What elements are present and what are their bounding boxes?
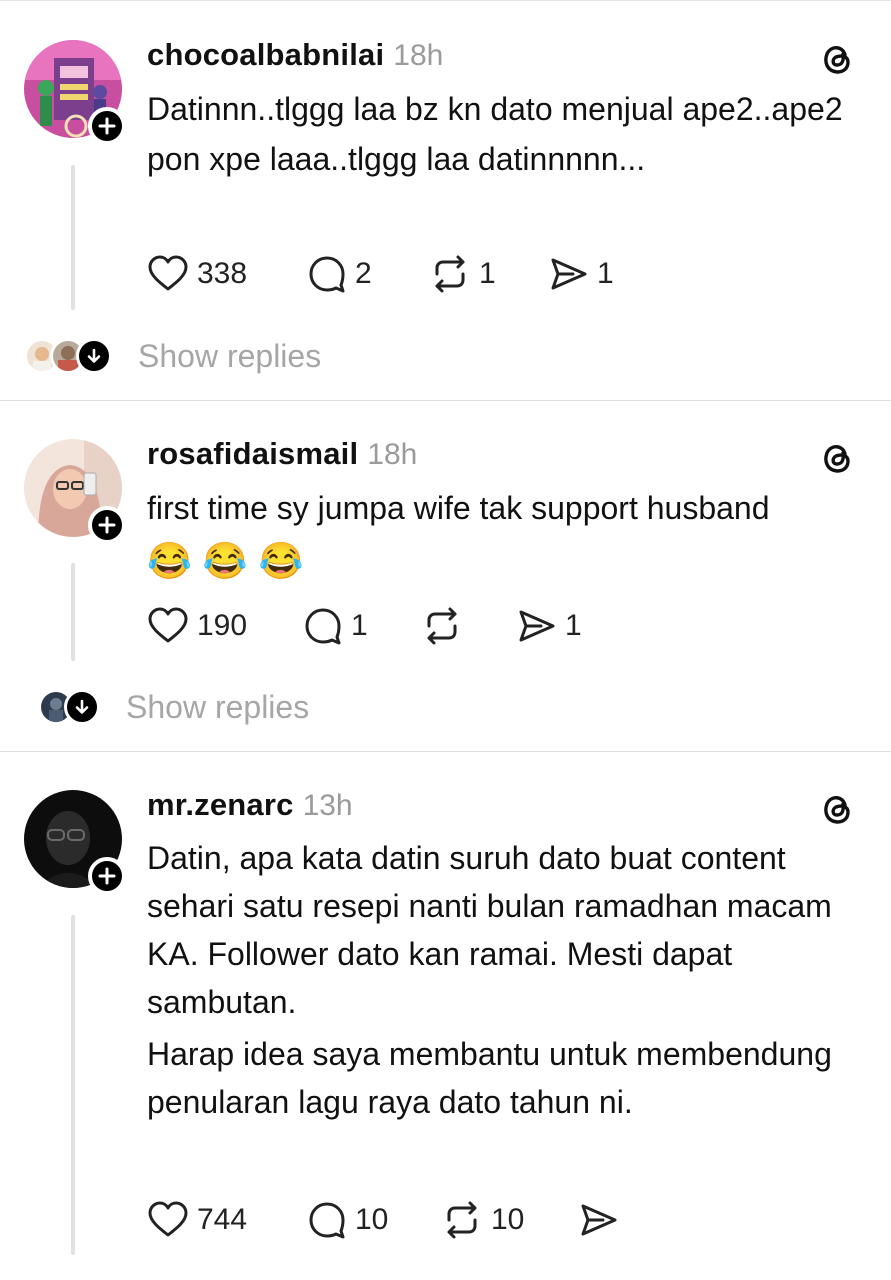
like-count: 190 (197, 609, 248, 642)
reply-count: 1 (351, 609, 368, 642)
like-button[interactable]: 744 (147, 1198, 247, 1242)
show-replies-link[interactable]: Show replies (126, 689, 309, 726)
laughing-emoji: 😂 (202, 539, 248, 581)
reply-button[interactable]: 10 (307, 1198, 388, 1242)
repost-icon (447, 1201, 477, 1239)
username[interactable]: rosafidaismail (147, 436, 358, 472)
post-paragraph: first time sy jumpa wife tak support hus… (147, 490, 770, 526)
reply-button[interactable]: 1 (303, 604, 368, 648)
heart-icon (148, 255, 188, 291)
laughing-emoji: 😂 (147, 539, 192, 581)
share-count: 1 (597, 257, 614, 290)
post-header: chocoalbabnilai 18h (147, 37, 443, 77)
timestamp: 18h (393, 39, 444, 72)
heart-icon (148, 607, 188, 643)
like-count: 744 (197, 1203, 248, 1236)
arrow-down-icon (76, 338, 112, 374)
repost-button[interactable] (421, 604, 463, 648)
show-replies-row[interactable]: Show replies (38, 687, 309, 727)
post-text: Datin, apa kata datin suruh dato buat co… (147, 834, 867, 1126)
plus-icon (98, 867, 116, 885)
threads-icon[interactable] (817, 788, 857, 828)
share-button[interactable]: 1 (517, 604, 582, 648)
username[interactable]: chocoalbabnilai (147, 37, 384, 73)
post-header: rosafidaismail 18h (147, 436, 417, 476)
like-button[interactable]: 190 (147, 604, 247, 648)
repost-count: 1 (479, 257, 496, 290)
send-icon (581, 1204, 617, 1236)
share-button[interactable]: 1 (549, 252, 614, 296)
reply-count: 2 (355, 257, 372, 290)
repost-icon (435, 255, 465, 293)
post-2: rosafidaismail 18h first time sy jumpa w… (0, 401, 891, 751)
post-paragraph: Harap idea saya membantu untuk membendun… (147, 1036, 832, 1120)
thread-line (71, 563, 75, 661)
heart-icon (148, 1201, 188, 1237)
follow-button[interactable] (88, 857, 126, 895)
repost-button[interactable]: 10 (441, 1198, 524, 1242)
share-button[interactable] (579, 1198, 619, 1242)
post-3: mr.zenarc 13h Datin, apa kata datin suru… (0, 752, 891, 1280)
threads-icon[interactable] (817, 437, 857, 477)
share-count: 1 (565, 609, 582, 642)
threads-icon[interactable] (817, 38, 857, 78)
repost-button[interactable]: 1 (429, 252, 496, 296)
repost-count: 10 (491, 1203, 525, 1236)
show-replies-link[interactable]: Show replies (138, 338, 321, 375)
post-paragraph: Datinnn..tlggg laa bz kn dato menjual ap… (147, 91, 843, 177)
comment-icon (309, 1202, 345, 1239)
emoji-line: 😂 😂 😂 (147, 533, 867, 581)
follow-button[interactable] (88, 506, 126, 544)
timestamp: 18h (367, 438, 418, 471)
timestamp: 13h (302, 789, 353, 822)
plus-icon (98, 117, 116, 135)
follow-button[interactable] (88, 107, 126, 145)
reply-count: 10 (355, 1203, 389, 1236)
comment-icon (305, 608, 341, 645)
repost-icon (427, 607, 457, 645)
arrow-down-icon (64, 689, 100, 725)
post-paragraph: Datin, apa kata datin suruh dato buat co… (147, 840, 832, 1020)
comment-icon (309, 256, 345, 293)
laughing-emoji: 😂 (258, 539, 304, 581)
like-button[interactable]: 338 (147, 252, 247, 296)
reply-button[interactable]: 2 (307, 252, 372, 296)
show-replies-row[interactable]: Show replies (24, 336, 321, 376)
like-count: 338 (197, 257, 248, 290)
thread-line (71, 165, 75, 310)
send-icon (519, 610, 555, 642)
plus-icon (98, 516, 116, 534)
thread-line (71, 915, 75, 1255)
post-header: mr.zenarc 13h (147, 787, 353, 827)
send-icon (551, 258, 587, 290)
post-1: chocoalbabnilai 18h Datinnn..tlggg laa b… (0, 0, 891, 400)
post-text: first time sy jumpa wife tak support hus… (147, 483, 867, 581)
post-text: Datinnn..tlggg laa bz kn dato menjual ap… (147, 84, 867, 184)
username[interactable]: mr.zenarc (147, 787, 294, 823)
